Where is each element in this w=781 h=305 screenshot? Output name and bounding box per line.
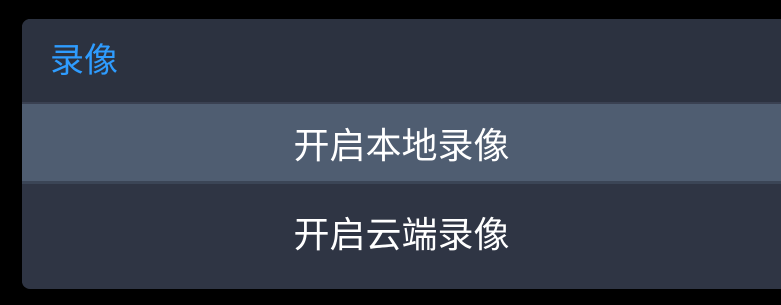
menu-item-label: 开启本地录像 (293, 125, 510, 167)
dialog-header: 录像 (22, 19, 781, 104)
dialog-title: 录像 (50, 40, 118, 81)
start-local-recording-button[interactable]: 开启本地录像 (22, 104, 781, 184)
start-cloud-recording-button[interactable]: 开启云端录像 (22, 184, 781, 287)
recording-dialog: 录像 开启本地录像 开启云端录像 (22, 19, 781, 289)
menu-item-label: 开启云端录像 (293, 214, 510, 256)
